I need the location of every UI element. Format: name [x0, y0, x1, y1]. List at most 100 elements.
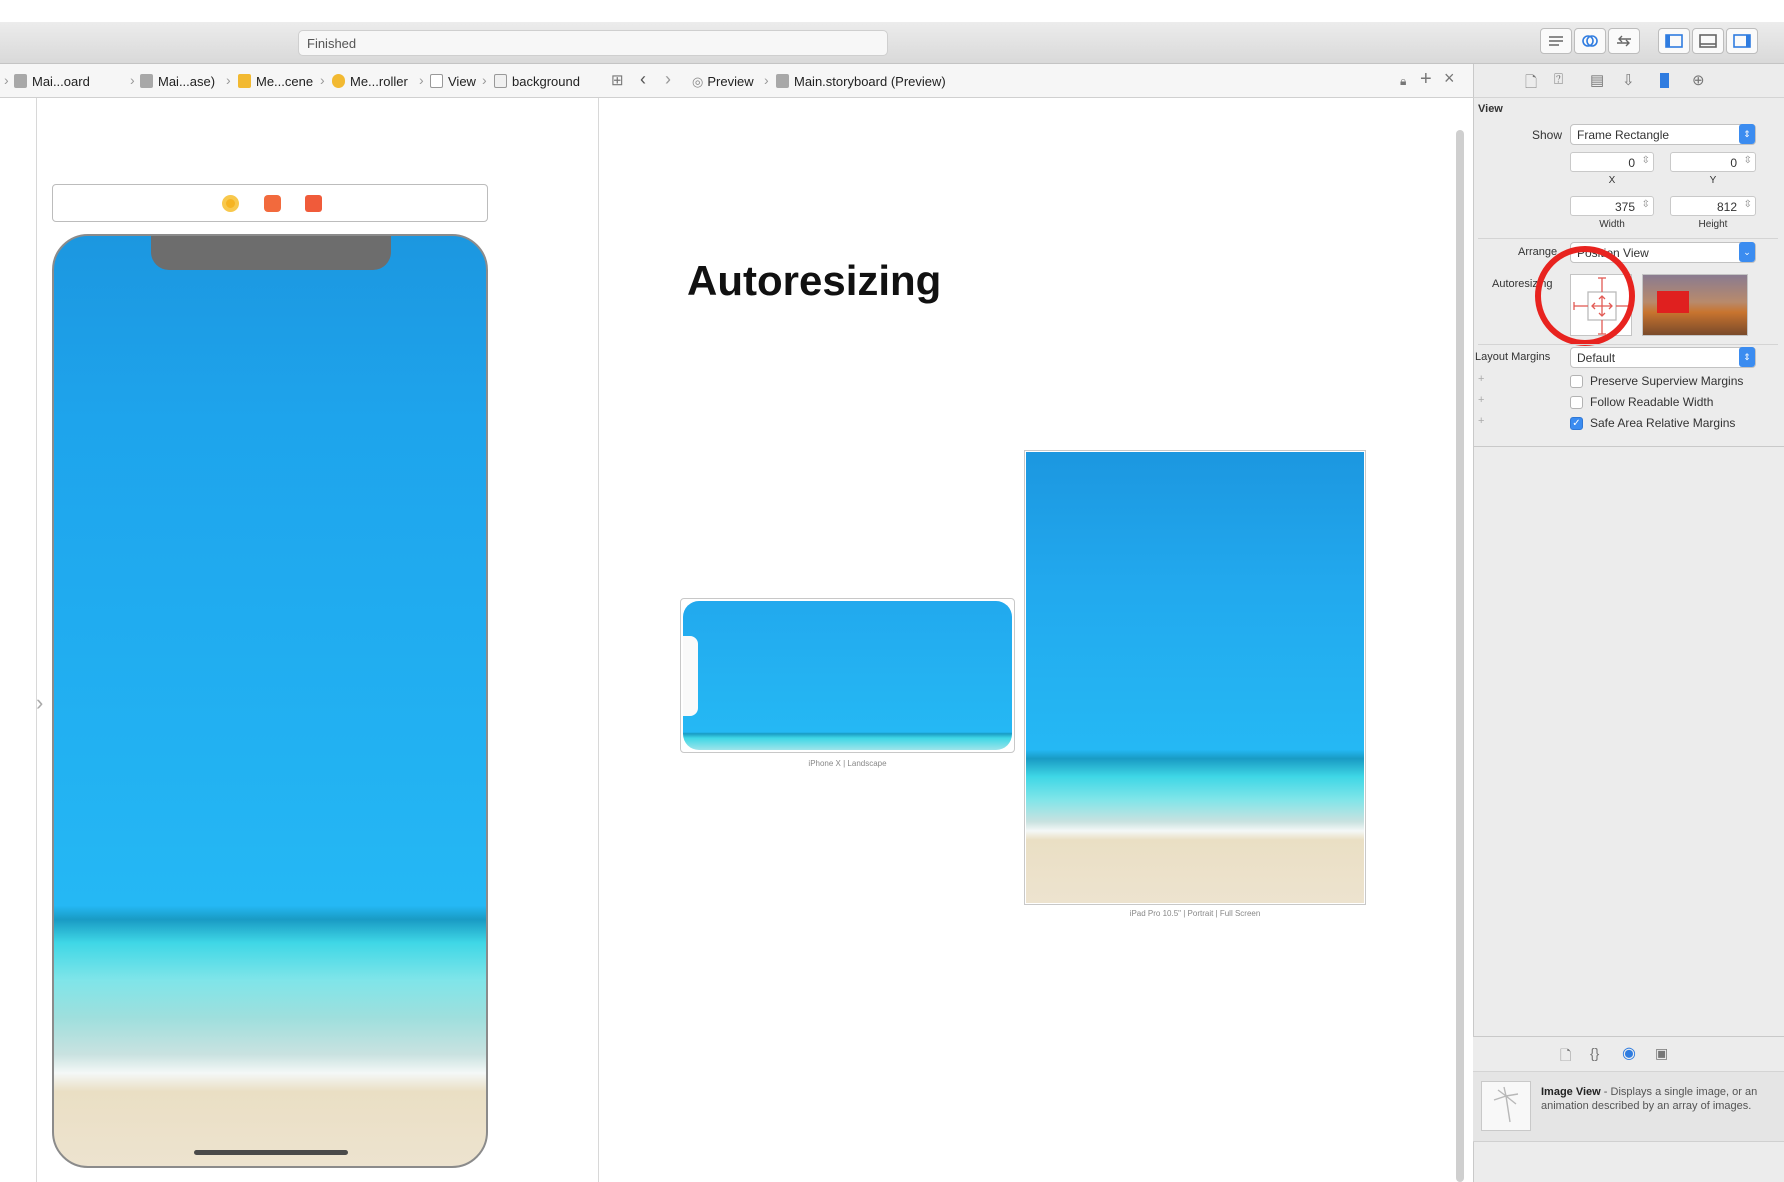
library-item-image-view[interactable]: Image View - Displays a single image, or… — [1473, 1072, 1784, 1142]
plus-icon[interactable]: + — [1478, 394, 1484, 406]
example-view-rect — [1657, 291, 1689, 313]
bottom-panel-icon — [1699, 34, 1717, 48]
y-label: Y — [1709, 175, 1717, 186]
y-value: 0 — [1730, 156, 1737, 170]
breadcrumb-preview[interactable]: ◎ Preview — [692, 74, 754, 90]
x-field[interactable]: 0 ⇳ — [1570, 152, 1654, 172]
right-panel-icon — [1733, 34, 1751, 48]
height-value: 812 — [1716, 200, 1737, 214]
standard-editor-button[interactable] — [1540, 28, 1572, 54]
x-label: X — [1608, 175, 1616, 186]
entry-point-arrow-icon: › — [36, 690, 44, 715]
assistant-editor-button[interactable] — [1574, 28, 1606, 54]
annotation-circle — [1535, 246, 1635, 346]
breadcrumb-background[interactable]: background — [494, 74, 580, 89]
vertical-scrollbar[interactable] — [1456, 130, 1464, 1182]
plus-icon[interactable]: + — [1478, 373, 1484, 385]
code-snippet-icon[interactable]: {} — [1590, 1045, 1599, 1061]
popup-arrows-icon: ⇕ — [1739, 347, 1755, 367]
view-controller-icon[interactable] — [222, 195, 239, 212]
checkbox-label: Preserve Superview Margins — [1590, 374, 1744, 388]
arrange-label: Arrange — [1518, 246, 1558, 258]
breadcrumb-storyboard-base[interactable]: Mai...ase) — [140, 74, 215, 89]
first-responder-icon[interactable] — [264, 195, 281, 212]
arrows-icon — [1617, 35, 1631, 47]
lock-icon[interactable]: 🔒︎ — [1400, 74, 1406, 89]
home-indicator — [194, 1150, 348, 1155]
checkbox-label: Follow Readable Width — [1590, 395, 1714, 409]
object-library-icon[interactable]: ◉ — [1622, 1043, 1636, 1063]
height-field[interactable]: 812 ⇳ — [1670, 196, 1756, 216]
file-template-icon[interactable]: 🗋︎ — [1560, 1045, 1571, 1069]
breadcrumb-storyboard-file[interactable]: Mai...oard — [14, 74, 90, 89]
layout-margins-popup-value: Default — [1577, 351, 1616, 365]
chevron-right-icon: › — [4, 72, 9, 88]
stepper-icon[interactable]: ⇳ — [1744, 199, 1752, 210]
checkbox-label: Safe Area Relative Margins — [1590, 416, 1736, 430]
preserve-superview-margins-checkbox[interactable] — [1570, 375, 1583, 388]
follow-readable-width-checkbox[interactable] — [1570, 396, 1583, 409]
breadcrumb-label: Main.storyboard (Preview) — [794, 74, 946, 89]
iphone-x-scene[interactable] — [52, 234, 488, 1168]
back-arrow-icon[interactable]: ‹ — [640, 69, 646, 90]
width-label: Width — [1599, 219, 1625, 230]
show-popup[interactable]: Frame Rectangle ⇕ — [1570, 124, 1756, 145]
file-icon — [140, 74, 153, 88]
stepper-icon[interactable]: ⇳ — [1642, 199, 1650, 210]
connections-inspector-icon[interactable]: ⊕ — [1692, 71, 1705, 89]
section-title: View — [1478, 103, 1503, 115]
chevron-right-icon: › — [419, 72, 424, 88]
identity-inspector-icon[interactable]: ▤ — [1590, 71, 1604, 89]
toggle-debug-area-button[interactable] — [1692, 28, 1724, 54]
add-editor-icon[interactable]: + — [1420, 68, 1432, 91]
breadcrumb-label: View — [448, 74, 476, 89]
layout-margins-popup[interactable]: Default ⇕ — [1570, 347, 1756, 368]
breadcrumb-view[interactable]: View — [430, 74, 476, 89]
breadcrumb-scene[interactable]: Me...cene — [238, 74, 313, 89]
stepper-icon[interactable]: ⇳ — [1642, 155, 1650, 166]
scene-dock[interactable] — [52, 184, 488, 222]
activity-viewer: Finished — [298, 30, 888, 56]
x-value: 0 — [1628, 156, 1635, 170]
popup-chevron-icon: ⌄ — [1739, 242, 1755, 262]
breadcrumb-main-storyboard-preview[interactable]: Main.storyboard (Preview) — [776, 74, 946, 89]
autoresizing-heading: Autoresizing — [687, 257, 942, 304]
divider — [1478, 238, 1778, 239]
image-view-library-icon — [1481, 1081, 1531, 1131]
breadcrumb-label: Preview — [707, 74, 754, 89]
toggle-utilities-button[interactable] — [1726, 28, 1758, 54]
plus-icon[interactable]: + — [1478, 415, 1484, 427]
related-items-icon[interactable]: ⊞ — [611, 71, 624, 89]
version-editor-button[interactable] — [1608, 28, 1640, 54]
window-toolbar — [0, 22, 1784, 64]
y-field[interactable]: 0 ⇳ — [1670, 152, 1756, 172]
quick-help-icon[interactable]: ⍰ — [1554, 71, 1563, 88]
forward-arrow-icon[interactable]: › — [665, 69, 671, 90]
toggle-navigator-button[interactable] — [1658, 28, 1690, 54]
file-icon — [776, 74, 789, 88]
library-item-title: Image View — [1541, 1086, 1601, 1098]
close-editor-icon[interactable]: × — [1444, 68, 1455, 89]
scene-icon — [238, 74, 251, 88]
exit-icon[interactable] — [305, 195, 322, 212]
ipad-portrait-preview[interactable] — [1026, 452, 1364, 903]
breadcrumb-label: Me...roller — [350, 74, 408, 89]
safe-area-relative-margins-checkbox[interactable]: ✓ — [1570, 417, 1583, 430]
notch — [151, 236, 391, 270]
autoresizing-example-preview — [1642, 274, 1748, 336]
breadcrumb-view-controller[interactable]: Me...roller — [332, 74, 408, 89]
file-inspector-icon[interactable]: 🗋︎ — [1525, 72, 1537, 97]
show-popup-value: Frame Rectangle — [1577, 128, 1670, 142]
width-field[interactable]: 375 ⇳ — [1570, 196, 1654, 216]
breadcrumb-label: Mai...ase) — [158, 74, 216, 89]
breadcrumb-label: Me...cene — [256, 74, 314, 89]
attributes-inspector-icon[interactable]: ⇩ — [1622, 71, 1635, 89]
breadcrumb-label: Mai...oard — [32, 74, 90, 89]
divider — [1478, 344, 1778, 345]
assistant-rings-icon — [1582, 35, 1598, 47]
size-inspector-icon[interactable] — [1660, 73, 1669, 88]
iphone-landscape-preview[interactable] — [683, 601, 1012, 750]
stepper-icon[interactable]: ⇳ — [1744, 155, 1752, 166]
media-library-icon[interactable]: ▣ — [1655, 1045, 1668, 1062]
device-caption: iPad Pro 10.5" | Portrait | Full Screen — [1129, 909, 1261, 918]
